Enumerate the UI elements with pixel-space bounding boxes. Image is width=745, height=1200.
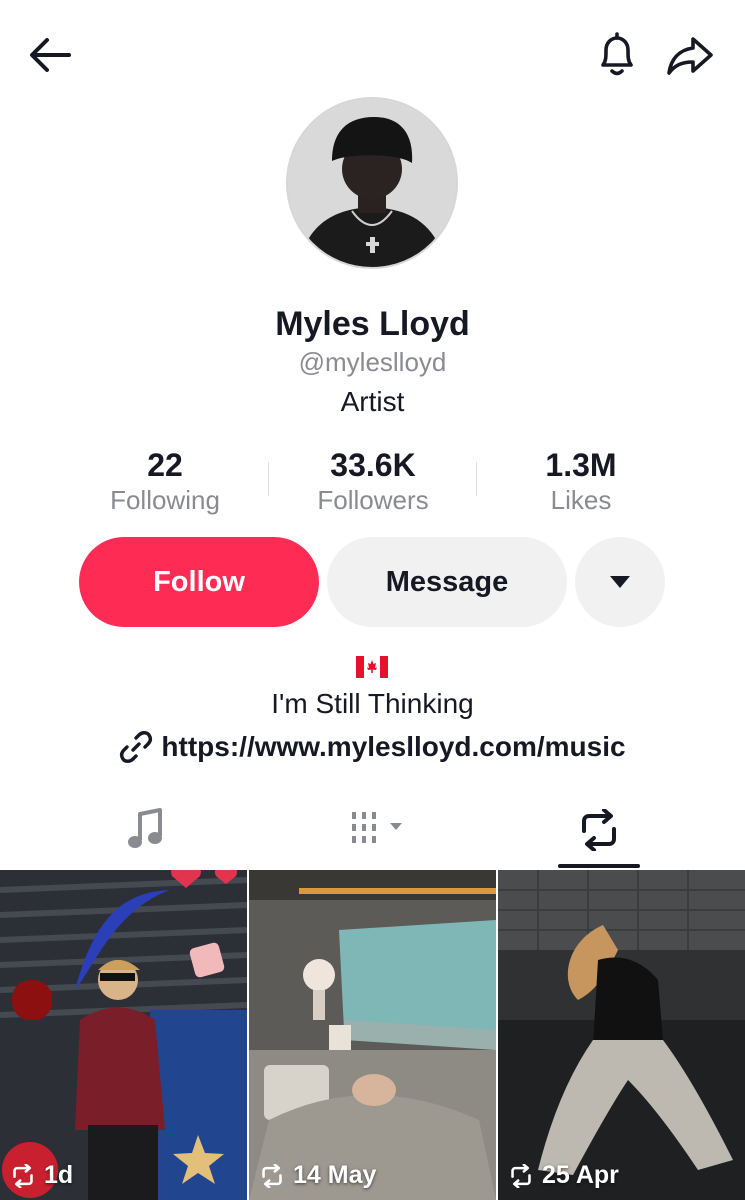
repost-time: 25 Apr: [542, 1161, 619, 1189]
caret-down-icon: [610, 576, 630, 588]
notifications-button[interactable]: [587, 25, 647, 85]
back-button[interactable]: [20, 25, 80, 85]
stat-value: 1.3M: [545, 447, 617, 483]
repost-meta: 25 Apr: [508, 1161, 619, 1190]
bell-icon: [601, 32, 633, 76]
stat-following[interactable]: 22 Following: [65, 447, 265, 517]
stat-divider: [476, 462, 477, 496]
tab-videos[interactable]: [255, 800, 503, 860]
tab-music[interactable]: [22, 800, 270, 860]
repost-time: 14 May: [293, 1161, 377, 1189]
stat-followers[interactable]: 33.6K Followers: [273, 447, 473, 517]
video-thumbnail: [0, 870, 247, 1200]
video-tile[interactable]: 14 May: [249, 870, 496, 1200]
repost-time: 1d: [44, 1161, 74, 1189]
message-button[interactable]: Message: [327, 537, 567, 627]
video-tile[interactable]: 25 Apr: [498, 870, 745, 1200]
stat-value: 22: [147, 447, 183, 483]
profile-link[interactable]: https://www.myleslloyd.com/music: [0, 730, 745, 764]
repost-icon: [13, 1163, 33, 1188]
profile-role: Artist: [340, 386, 405, 417]
avatar-photo: [288, 99, 456, 267]
follow-button[interactable]: Follow: [79, 537, 319, 627]
video-thumbnail: [249, 870, 496, 1200]
tab-reposts[interactable]: [475, 800, 723, 860]
profile-link-text: https://www.myleslloyd.com/music: [161, 731, 626, 762]
profile-handle: @myleslloyd: [298, 347, 447, 377]
avatar[interactable]: [286, 97, 458, 269]
repost-icon: [262, 1163, 282, 1188]
grid-dropdown-icon: [352, 812, 402, 843]
profile-bio: I'm Still Thinking: [271, 688, 474, 719]
stat-label: Likes: [550, 485, 612, 515]
share-button[interactable]: [660, 25, 720, 85]
stat-likes[interactable]: 1.3M Likes: [481, 447, 681, 517]
repost-meta: 1d: [10, 1161, 73, 1190]
repost-meta: 14 May: [259, 1161, 376, 1190]
profile-name: Myles Lloyd: [275, 305, 470, 343]
back-arrow-icon: [30, 38, 71, 72]
share-arrow-icon: [667, 37, 713, 75]
repost-icon: [582, 809, 616, 851]
more-options-button[interactable]: [575, 537, 665, 627]
canada-flag-icon: [356, 656, 388, 678]
link-icon: [120, 731, 153, 763]
video-thumbnail: [498, 870, 745, 1200]
stat-label: Following: [110, 485, 220, 515]
stat-divider: [268, 462, 269, 496]
video-tile[interactable]: 1d: [0, 870, 247, 1200]
music-note-icon: [128, 808, 162, 848]
repost-icon: [511, 1163, 531, 1188]
active-tab-indicator: [558, 864, 640, 868]
stat-label: Followers: [317, 485, 429, 515]
stat-value: 33.6K: [330, 447, 416, 483]
